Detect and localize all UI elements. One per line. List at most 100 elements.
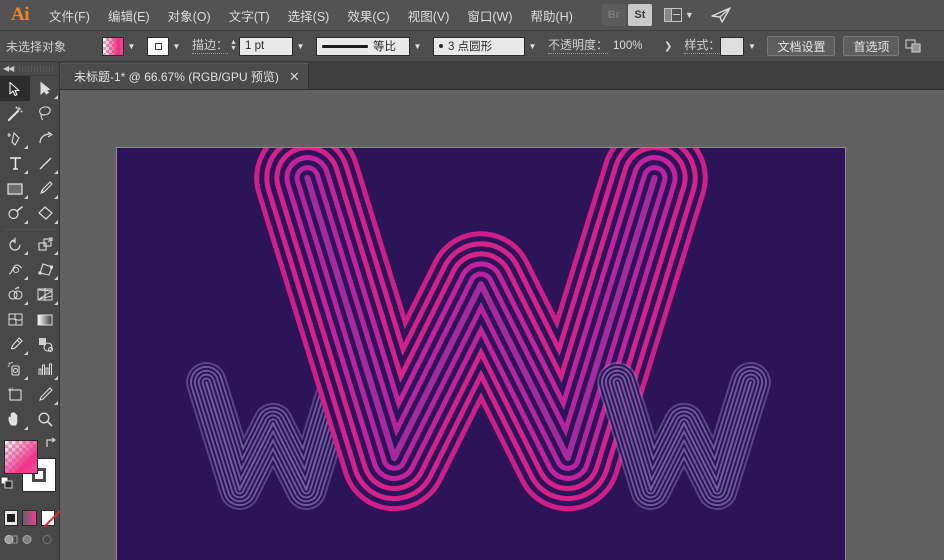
menu-file-label: 文件(F) (49, 9, 90, 24)
stroke-weight-label: 描边： (192, 38, 229, 54)
artboard[interactable] (116, 147, 846, 560)
gradient-tool[interactable] (30, 307, 60, 332)
arrange-documents-icon[interactable] (903, 36, 923, 56)
brush-preview-icon (439, 44, 444, 48)
tools-panel: ◀◀ 1 (0, 62, 60, 560)
stroke-weight-stepper[interactable]: ▲ ▼ (228, 37, 239, 56)
menu-object-label: 对象(O) (167, 9, 211, 24)
menu-bar: Ai 文件(F) 编辑(E) 对象(O) 文字(T) 选择(S) 效果(C) 视… (0, 0, 944, 31)
lasso-tool[interactable] (30, 101, 60, 126)
rectangle-tool[interactable] (0, 176, 30, 201)
menu-file[interactable]: 文件(F) (40, 0, 99, 31)
column-graph-tool[interactable] (30, 357, 60, 382)
stroke-color-swatch[interactable] (147, 36, 169, 56)
menu-effect[interactable]: 效果(C) (338, 0, 398, 31)
paper-plane-icon[interactable] (710, 5, 732, 25)
menu-help[interactable]: 帮助(H) (522, 0, 582, 31)
tools-panel-grip[interactable]: ◀◀ (0, 62, 59, 76)
menu-type[interactable]: 文字(T) (220, 0, 279, 31)
stroke-profile-label: 等比 (373, 41, 397, 53)
rotate-tool[interactable] (0, 232, 30, 257)
menu-help-label: 帮助(H) (530, 9, 573, 24)
line-segment-tool[interactable] (30, 151, 60, 176)
scale-tool[interactable] (30, 232, 60, 257)
mesh-tool[interactable] (0, 307, 30, 332)
menu-window-label: 窗口(W) (467, 9, 513, 24)
width-tool[interactable] (0, 257, 30, 282)
default-fill-stroke-icon[interactable] (0, 476, 14, 490)
close-icon[interactable]: ✕ (289, 70, 300, 83)
menu-select[interactable]: 选择(S) (279, 0, 339, 31)
menu-object[interactable]: 对象(O) (159, 0, 220, 31)
fill-stroke-controls (0, 436, 60, 506)
free-transform-tool[interactable] (30, 257, 60, 282)
stroke-profile-select[interactable]: 等比 (316, 36, 411, 56)
slice-tool[interactable] (30, 382, 60, 407)
collapse-panel-icon[interactable]: ◀◀ (3, 64, 14, 73)
swap-fill-stroke-icon[interactable] (44, 436, 58, 450)
style-dropdown-icon[interactable]: ▼ (744, 36, 759, 56)
workspace-switcher[interactable]: ▼ (660, 4, 698, 26)
blend-tool[interactable] (30, 332, 60, 357)
stroke-dropdown-icon[interactable]: ▼ (169, 36, 184, 56)
document-tab-bar: 未标题-1* @ 66.67% (RGB/GPU 预览) ✕ (60, 62, 944, 90)
shape-builder-tool[interactable] (0, 282, 30, 307)
menu-view-label: 视图(V) (407, 9, 450, 24)
menu-bar-right-group: Br St ▼ (601, 4, 732, 26)
opacity-expand-icon[interactable]: ❯ (660, 41, 676, 52)
stock-icon[interactable]: St (627, 4, 652, 26)
stroke-weight-input[interactable]: 1 pt (239, 36, 294, 56)
brush-definition-dropdown-icon[interactable]: ▼ (525, 36, 540, 56)
style-label: 样式： (684, 38, 721, 54)
draw-inside-button[interactable] (40, 532, 55, 546)
menu-window[interactable]: 窗口(W) (458, 0, 521, 31)
bridge-icon[interactable]: Br (601, 4, 626, 26)
profile-preview-icon (322, 44, 369, 48)
brush-definition-select[interactable]: 3 点圆形 (433, 36, 526, 56)
selection-tool[interactable] (0, 76, 30, 101)
drag-handle[interactable] (19, 65, 53, 72)
eyedropper-tool[interactable] (0, 332, 30, 357)
type-tool[interactable] (0, 151, 30, 176)
magic-wand-tool[interactable] (0, 101, 30, 126)
menu-edit-label: 编辑(E) (107, 9, 150, 24)
workspace-icon (663, 8, 682, 22)
fill-dropdown-icon[interactable]: ▼ (124, 36, 139, 56)
menu-view[interactable]: 视图(V) (399, 0, 459, 31)
draw-behind-button[interactable] (22, 532, 37, 546)
document-tab[interactable]: 未标题-1* @ 66.67% (RGB/GPU 预览) ✕ (60, 63, 309, 89)
paintbrush-tool[interactable] (30, 176, 60, 201)
menu-edit[interactable]: 编辑(E) (99, 0, 159, 31)
canvas-area[interactable] (60, 90, 944, 560)
chevron-down-icon: ▼ (684, 10, 694, 20)
stroke-profile-dropdown-icon[interactable]: ▼ (410, 36, 425, 56)
stroke-weight-dropdown-icon[interactable]: ▼ (293, 36, 308, 56)
direct-selection-tool[interactable] (30, 76, 60, 101)
document-setup-button[interactable]: 文档设置 (767, 36, 836, 56)
graphic-style-swatch[interactable] (720, 36, 745, 56)
color-mode-button[interactable] (4, 510, 19, 526)
perspective-grid-tool[interactable] (30, 282, 60, 307)
eraser-tool[interactable] (30, 201, 60, 226)
gradient-mode-button[interactable] (22, 510, 37, 526)
draw-normal-button[interactable] (4, 532, 19, 546)
symbol-sprayer-tool[interactable] (0, 357, 30, 382)
hand-tool[interactable] (0, 407, 30, 432)
pen-tool[interactable] (0, 126, 30, 151)
curvature-tool[interactable] (30, 126, 60, 151)
selection-status-label: 未选择对象 (6, 39, 67, 54)
small-w-left (186, 362, 360, 510)
opacity-input[interactable]: 100% (608, 36, 661, 56)
zoom-tool[interactable] (30, 407, 60, 432)
preferences-button[interactable]: 首选项 (843, 36, 900, 56)
artboard-tool[interactable]: 1 (0, 382, 30, 407)
artwork-layer (186, 148, 771, 512)
illustrator-window: Ai 文件(F) 编辑(E) 对象(O) 文字(T) 选择(S) 效果(C) 视… (0, 0, 944, 560)
menu-type-label: 文字(T) (228, 9, 270, 24)
fill-color-swatch[interactable] (102, 36, 124, 56)
opacity-label: 不透明度： (548, 38, 609, 54)
control-bar: 未选择对象 ▼ ▼ 描边： ▲ ▼ 1 pt ▼ 等比 ▼ 3 点圆形 ▼ 不透明… (0, 31, 944, 62)
none-mode-button[interactable] (40, 510, 55, 526)
fill-swatch[interactable] (4, 440, 38, 474)
shaper-tool[interactable] (0, 201, 30, 226)
